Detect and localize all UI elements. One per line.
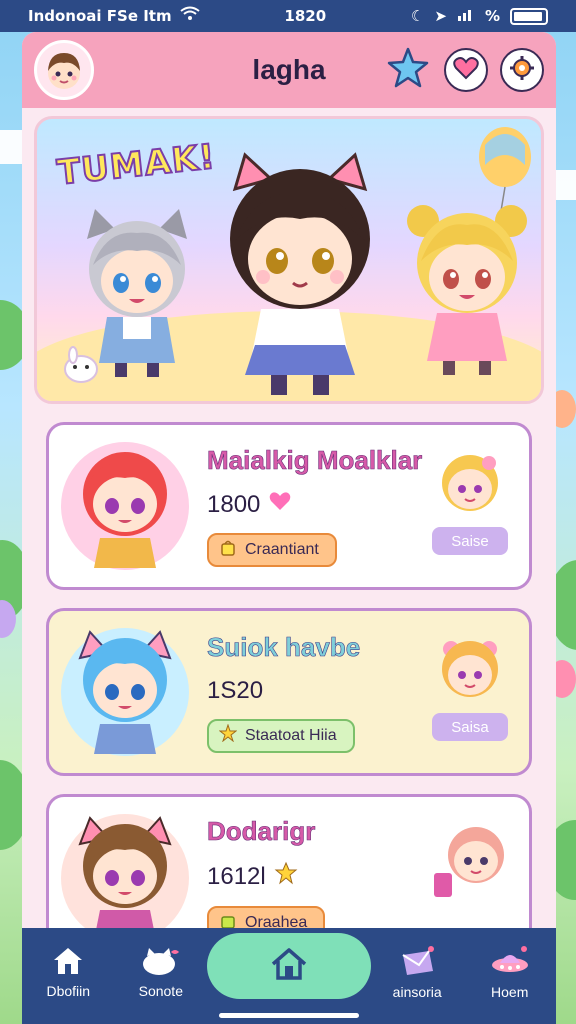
card-portrait — [61, 814, 189, 942]
character-score: 1S20 — [207, 676, 264, 704]
heart-icon — [268, 490, 292, 519]
card-side-panel — [425, 823, 515, 907]
battery-percent: % — [484, 7, 500, 25]
heart-chat-icon — [451, 53, 481, 87]
card-portrait — [61, 442, 189, 570]
home-icon — [269, 946, 309, 986]
companion-avatar — [430, 823, 510, 907]
home-indicator[interactable] — [219, 1013, 359, 1018]
star-icon — [274, 861, 298, 892]
banner-title: TUMAK! — [54, 136, 218, 194]
action-label: Staatoat Hiia — [245, 726, 337, 744]
house-icon — [51, 946, 85, 979]
featured-banner[interactable]: TUMAK! — [34, 116, 544, 404]
side-button[interactable]: Saise — [432, 527, 508, 555]
battery-icon — [509, 7, 548, 25]
card-side-panel: Saisa — [425, 637, 515, 741]
card-portrait — [61, 628, 189, 756]
cat-icon — [141, 946, 181, 979]
nav-label: Hoem — [491, 983, 529, 1000]
nav-item-home[interactable] — [207, 933, 371, 999]
character-card[interactable]: Suiok havbe 1S20 Staatoat Hiia Saisa — [46, 608, 532, 776]
side-button[interactable]: Saisa — [432, 713, 508, 741]
nav-item-hoem[interactable]: Hoem — [463, 945, 556, 1000]
moon-icon: ☾ — [410, 7, 425, 25]
nav-item-ainsoria[interactable]: ainsoria — [371, 945, 464, 1000]
bag-icon — [219, 539, 237, 562]
action-label: Craantiant — [245, 541, 319, 558]
gear-icon — [508, 54, 536, 86]
blonde-bear-girl-character — [397, 195, 537, 384]
nav-label: Dbofiin — [46, 982, 91, 999]
profile-avatar[interactable] — [34, 40, 94, 100]
settings-button[interactable] — [500, 48, 544, 92]
envelope-icon — [397, 945, 437, 980]
ufo-icon — [490, 945, 530, 980]
wifi-icon — [179, 6, 200, 26]
companion-avatar — [435, 451, 505, 521]
character-score: 1800 — [207, 490, 261, 518]
nav-label: Sonote — [138, 982, 183, 999]
location-icon: ➤ — [434, 7, 447, 25]
app-header: lagha — [22, 32, 556, 108]
nav-item-dbofiin[interactable]: Dbofiin — [22, 946, 115, 999]
messages-button[interactable] — [444, 48, 488, 92]
nav-item-sonote[interactable]: Sonote — [115, 946, 208, 999]
dark-hair-cat-girl-character — [205, 149, 395, 401]
pet-bunny-icon — [61, 345, 101, 389]
character-card[interactable]: Maialkig Moalklar 1800 Craantiant Saise — [46, 422, 532, 590]
bottom-navigation: Dbofiin Sonote ainsoria Hoem — [22, 928, 556, 1024]
carrier-label: Indonoai FSe Itm — [28, 7, 172, 25]
companion-avatar — [435, 637, 505, 707]
status-bar: Indonoai FSe Itm 1820 ☾ ➤ % — [0, 0, 576, 32]
character-action-button[interactable]: Staatoat Hiia — [207, 718, 355, 753]
character-action-button[interactable]: Craantiant — [207, 533, 337, 567]
card-side-panel: Saise — [425, 451, 515, 555]
character-score: 1612l — [207, 862, 266, 890]
signal-icon — [457, 7, 475, 25]
app-window: lagha TUMAK! Maialkig Moalklar 1800 Craa… — [22, 32, 556, 1024]
favorites-button[interactable] — [384, 46, 432, 94]
clock: 1820 — [284, 7, 327, 25]
nav-label: ainsoria — [392, 983, 442, 1000]
app-title: lagha — [252, 54, 326, 85]
star-icon — [218, 723, 238, 747]
star-icon — [386, 46, 430, 94]
